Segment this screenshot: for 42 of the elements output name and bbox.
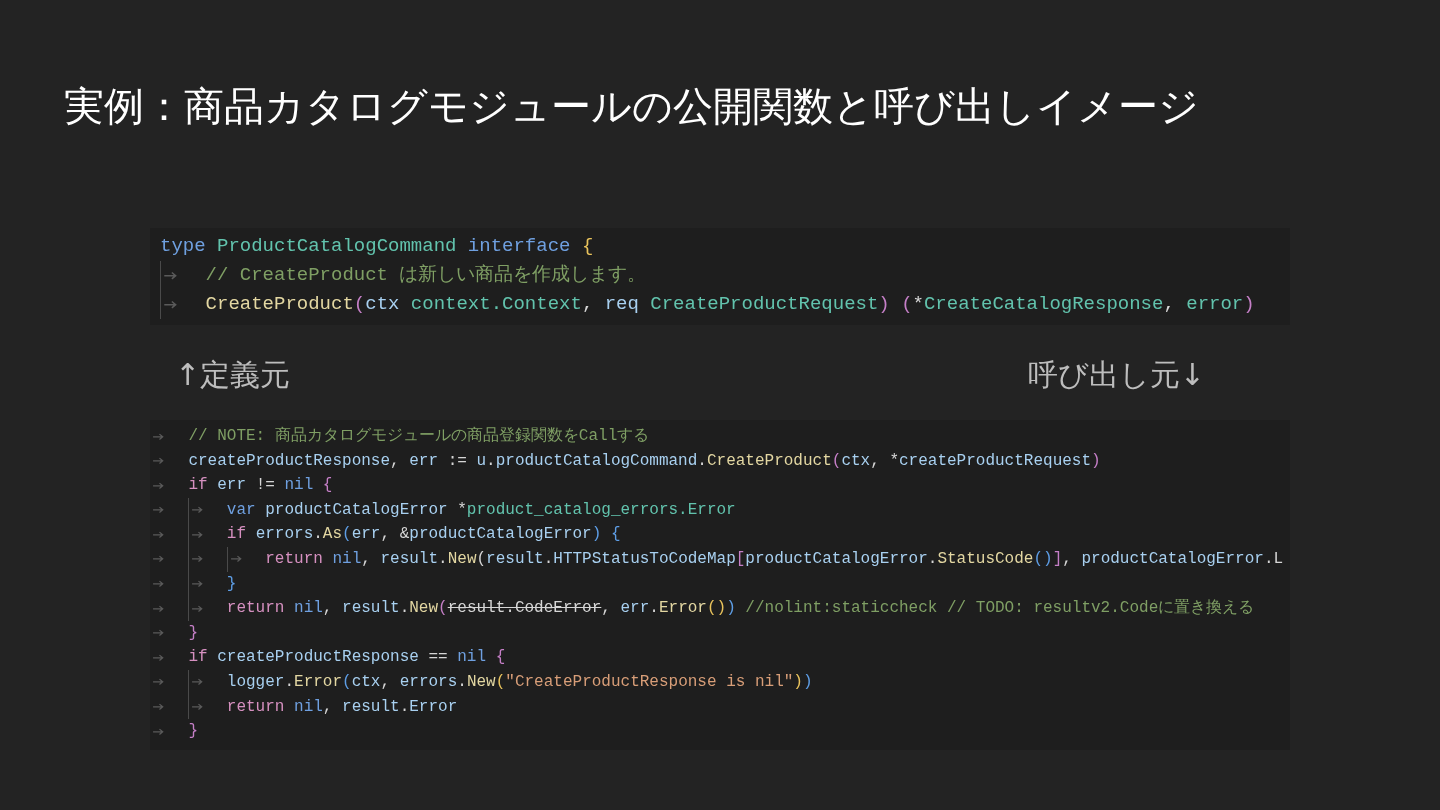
tab-arrow-icon <box>152 554 165 565</box>
tab-arrow-icon <box>152 628 165 638</box>
code-line: // NOTE: 商品カタログモジュールの商品登録関数をCallする <box>188 425 650 447</box>
code-line: return nil, result.New(result.CodeError, err.Error()) //nolint:staticcheck // TODO: resultv2.Codeに置き換える <box>226 598 1255 620</box>
tab-arrow-icon <box>152 702 165 712</box>
slide-title: 実例：商品カタログモジュールの公開関数と呼び出しイメージ <box>64 82 1200 130</box>
tab-arrow-icon <box>152 505 165 515</box>
tab-arrow-icon <box>191 702 205 712</box>
code-line: CreateProduct(ctx context.Context, req CreateProductRequest) (*CreateCatalogResponse, error) <box>205 292 1255 317</box>
code-line: logger.Error(ctx, errors.New("CreateProductResponse is nil")) <box>226 671 813 693</box>
tab-arrow-icon <box>191 579 205 589</box>
code-line: } <box>188 721 198 743</box>
tab-arrow-icon <box>152 480 165 491</box>
tab-arrow-icon <box>191 554 205 565</box>
tab-arrow-icon <box>152 726 165 737</box>
tab-arrow-icon <box>152 677 165 688</box>
code-line: // CreateProduct は新しい商品を作成します。 <box>205 263 647 288</box>
code-line: return nil, result.New(result.HTTPStatusToCodeMap[productCatalogError.StatusCode()], productCatalogError.L <box>265 548 1284 570</box>
code-line: if err != nil { <box>188 475 333 497</box>
tab-arrow-icon <box>191 603 205 614</box>
tab-arrow-icon <box>191 677 205 688</box>
tab-arrow-icon <box>152 652 165 663</box>
definition-label: ↑定義元 <box>175 356 291 394</box>
tab-arrow-icon <box>152 456 165 466</box>
code-line: } <box>226 573 237 595</box>
tab-arrow-icon <box>152 603 165 614</box>
code-line: return nil, result.Error <box>226 696 458 718</box>
tab-arrow-icon <box>191 505 205 515</box>
tab-arrow-icon <box>152 529 165 540</box>
code-line: var productCatalogError *product_catalog_errors.Error <box>226 499 736 521</box>
code-line: } <box>188 622 198 644</box>
tab-arrow-icon <box>191 529 205 540</box>
caller-label: 呼び出し元↓ <box>1027 356 1205 394</box>
code-line: createProductResponse, err := u.productCatalogCommand.CreateProduct(ctx, *createProductRequest) <box>188 450 1101 472</box>
tab-arrow-icon <box>163 298 179 311</box>
tab-arrow-icon <box>152 579 165 589</box>
code-line: if errors.As(err, &productCatalogError) { <box>226 524 621 546</box>
tab-arrow-icon <box>229 554 243 565</box>
tab-arrow-icon <box>152 431 165 442</box>
tab-arrow-icon <box>163 269 179 282</box>
code-line: type ProductCatalogCommand interface { <box>160 234 594 259</box>
code-line: if createProductResponse == nil { <box>188 647 506 669</box>
